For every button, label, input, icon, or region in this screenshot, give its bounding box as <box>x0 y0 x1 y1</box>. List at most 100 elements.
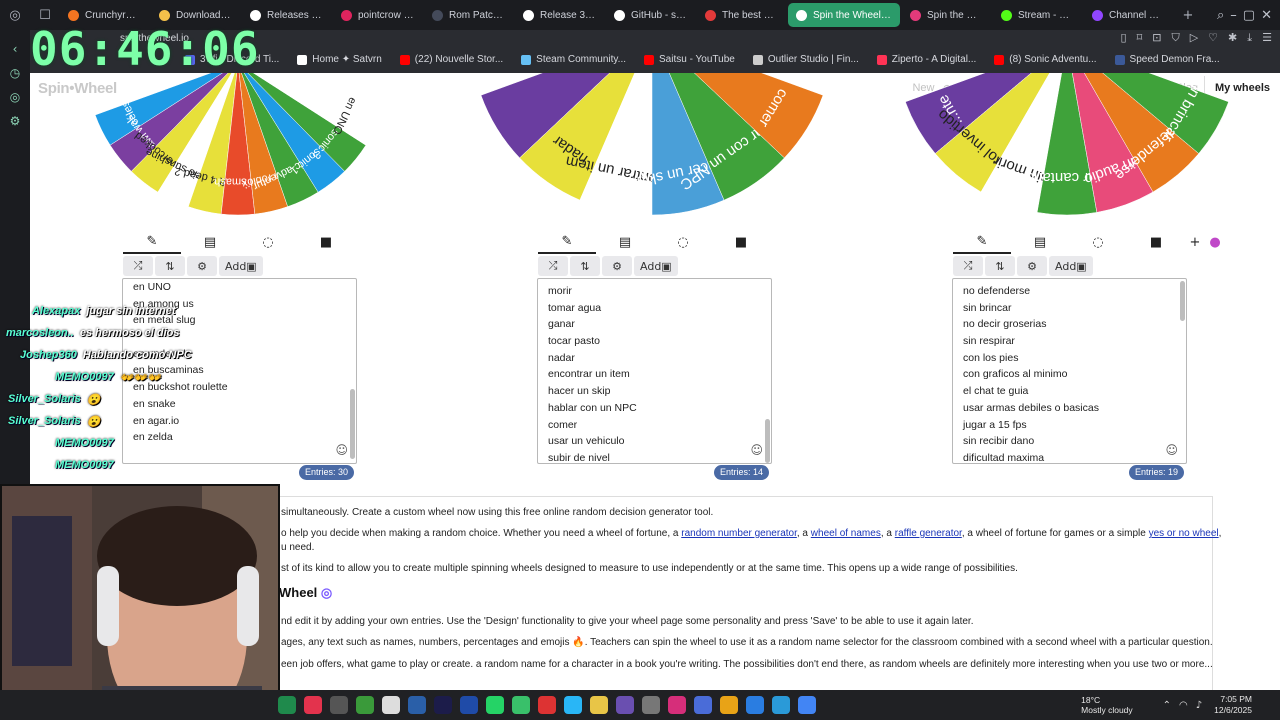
hide-icon[interactable]: ◌ <box>1069 230 1127 254</box>
chevron-up-icon[interactable]: ⌃ <box>1163 700 1171 711</box>
edit-icon[interactable]: ✎ <box>123 230 181 254</box>
taskbar-app-icon[interactable] <box>564 696 582 714</box>
search-tabs-icon[interactable]: ⌕ <box>1217 8 1224 23</box>
bookmark-item[interactable]: (8) Sonic Adventu... <box>989 54 1101 65</box>
taskbar-app-icon[interactable] <box>798 696 816 714</box>
edit-icon[interactable]: ✎ <box>538 230 596 254</box>
heart-icon[interactable]: ♡ <box>1208 31 1218 45</box>
bookmark-item[interactable]: Steam Community... <box>516 54 631 65</box>
taskbar-app-icon[interactable] <box>668 696 686 714</box>
bookmark-item[interactable]: Home ✦ Satvrn <box>292 54 387 65</box>
minimize-icon[interactable]: – <box>1230 8 1237 23</box>
history-icon[interactable]: ◷ <box>10 66 20 80</box>
taskbar-app-icon[interactable] <box>720 696 738 714</box>
add-wheel-icon[interactable]: + <box>1185 230 1205 254</box>
sort-icon[interactable]: ⇅ <box>570 256 600 276</box>
taskbar-app-icon[interactable] <box>538 696 556 714</box>
taskbar-app-icon[interactable] <box>772 696 790 714</box>
menu-icon[interactable]: ☰ <box>1262 31 1272 45</box>
clipboard-icon[interactable]: ▤ <box>1011 230 1069 254</box>
browser-tab[interactable]: Rom Patcher JS <box>424 3 513 27</box>
download-icon[interactable]: ⤓ <box>1247 31 1252 45</box>
bookmark-item[interactable]: Speed Demon Fra... <box>1110 54 1225 65</box>
taskbar-app-icon[interactable] <box>512 696 530 714</box>
taskbar-app-icon[interactable] <box>434 696 452 714</box>
settings-icon[interactable]: ⚙ <box>10 114 21 128</box>
extension-icon[interactable]: ✱ <box>1228 31 1237 45</box>
taskbar-app-icon[interactable] <box>330 696 348 714</box>
entries-textarea[interactable]: no defenderse sin brincar no decir groseri… <box>952 278 1187 464</box>
close-window-icon[interactable]: ✕ <box>1261 8 1272 23</box>
social-icon[interactable]: ◎ <box>10 90 20 104</box>
browser-tab[interactable]: Spin the Wheel - Free and <box>788 3 900 27</box>
taskbar-app-icon[interactable] <box>616 696 634 714</box>
browser-tab[interactable]: Stream - Kick C <box>993 3 1082 27</box>
add-image-button[interactable]: Add ▣ <box>1049 256 1093 276</box>
sidebar-toggle-icon[interactable]: ▯ <box>1121 31 1127 45</box>
bookmark-item[interactable]: Outlier Studio | Fin... <box>748 54 864 65</box>
screenshot-icon[interactable]: ⊡ <box>1152 31 1161 45</box>
edit-icon[interactable]: ✎ <box>953 230 1011 254</box>
emoji-picker-icon[interactable]: ☺ <box>335 443 348 457</box>
taskbar-clock[interactable]: 7:05 PM 12/6/2025 <box>1214 694 1252 716</box>
shuffle-icon[interactable]: ⤮ <box>538 256 568 276</box>
taskbar-app-icon[interactable] <box>408 696 426 714</box>
entries-scrollbar[interactable] <box>765 419 770 463</box>
wheel-of-names-link[interactable]: wheel of names <box>811 528 881 539</box>
entries-scrollbar[interactable] <box>1180 281 1185 321</box>
browser-tab[interactable]: Release 3.1.0 · <box>515 3 604 27</box>
new-tab-icon[interactable]: + <box>1173 0 1203 30</box>
taskbar-app-icon[interactable] <box>460 696 478 714</box>
settings-gear-icon[interactable]: ⚙ <box>1017 256 1047 276</box>
browser-tab[interactable]: pointcrow mak <box>333 3 422 27</box>
random-number-generator-link[interactable]: random number generator <box>681 528 797 539</box>
entries-textarea[interactable]: morir tomar agua ganar tocar pasto nadar enco… <box>537 278 772 464</box>
settings-gear-icon[interactable]: ⚙ <box>187 256 217 276</box>
wifi-icon[interactable]: ◠ <box>1179 700 1188 711</box>
weather-widget[interactable]: 18°C Mostly cloudy <box>1081 695 1133 715</box>
taskbar-app-icon[interactable] <box>590 696 608 714</box>
yes-or-no-wheel-link[interactable]: yes or no wheel <box>1149 528 1219 539</box>
browser-tab[interactable]: Spin the Whee <box>902 3 991 27</box>
taskbar-app-icon[interactable] <box>382 696 400 714</box>
browser-tab[interactable]: The best Chatti <box>697 3 786 27</box>
add-image-button[interactable]: Add ▣ <box>634 256 678 276</box>
delete-icon[interactable]: ■ <box>712 230 770 254</box>
clipboard-icon[interactable]: ▤ <box>596 230 654 254</box>
shuffle-icon[interactable]: ⤮ <box>953 256 983 276</box>
browser-tab[interactable]: GitHub - sesou <box>606 3 695 27</box>
entries-scrollbar[interactable] <box>350 389 355 459</box>
taskbar-app-icon[interactable] <box>642 696 660 714</box>
browser-tab[interactable]: Channel Points <box>1084 3 1173 27</box>
raffle-generator-link[interactable]: raffle generator <box>895 528 962 539</box>
bookmark-item[interactable]: Saitsu - YouTube <box>639 54 740 65</box>
taskbar-app-icon[interactable] <box>746 696 764 714</box>
hide-icon[interactable]: ◌ <box>654 230 712 254</box>
volume-icon[interactable]: ♪ <box>1196 700 1202 711</box>
taskbar-app-icon[interactable] <box>694 696 712 714</box>
wheels-canvas[interactable]: en celesteen brawl wak...en overcookeden… <box>30 73 1280 223</box>
bookmark-item[interactable]: (22) Nouvelle Stor... <box>395 54 508 65</box>
bookmark-item[interactable]: Ziperto - A Digital... <box>872 54 981 65</box>
shield-icon[interactable]: ⛉ <box>1171 31 1179 45</box>
delete-icon[interactable]: ■ <box>1127 230 1185 254</box>
color-picker-icon[interactable]: ● <box>1205 230 1225 254</box>
delete-icon[interactable]: ■ <box>297 230 355 254</box>
hide-icon[interactable]: ◌ <box>239 230 297 254</box>
emoji-picker-icon[interactable]: ☺ <box>750 443 763 457</box>
clipboard-icon[interactable]: ▤ <box>181 230 239 254</box>
maximize-icon[interactable]: ▢ <box>1243 8 1255 23</box>
shuffle-icon[interactable]: ⤮ <box>123 256 153 276</box>
taskbar-app-icon[interactable] <box>356 696 374 714</box>
add-image-button[interactable]: Add ▣ <box>219 256 263 276</box>
play-icon[interactable]: ▷ <box>1190 31 1198 45</box>
sort-icon[interactable]: ⇅ <box>155 256 185 276</box>
taskbar-app-icon[interactable] <box>304 696 322 714</box>
back-icon[interactable]: ‹ <box>13 42 18 56</box>
settings-gear-icon[interactable]: ⚙ <box>602 256 632 276</box>
bookmark-icon[interactable]: ⌑ <box>1137 31 1143 45</box>
browser-menu-icon[interactable]: ◎ <box>0 0 30 30</box>
taskbar-app-icon[interactable] <box>278 696 296 714</box>
emoji-picker-icon[interactable]: ☺ <box>1165 443 1178 457</box>
sort-icon[interactable]: ⇅ <box>985 256 1015 276</box>
